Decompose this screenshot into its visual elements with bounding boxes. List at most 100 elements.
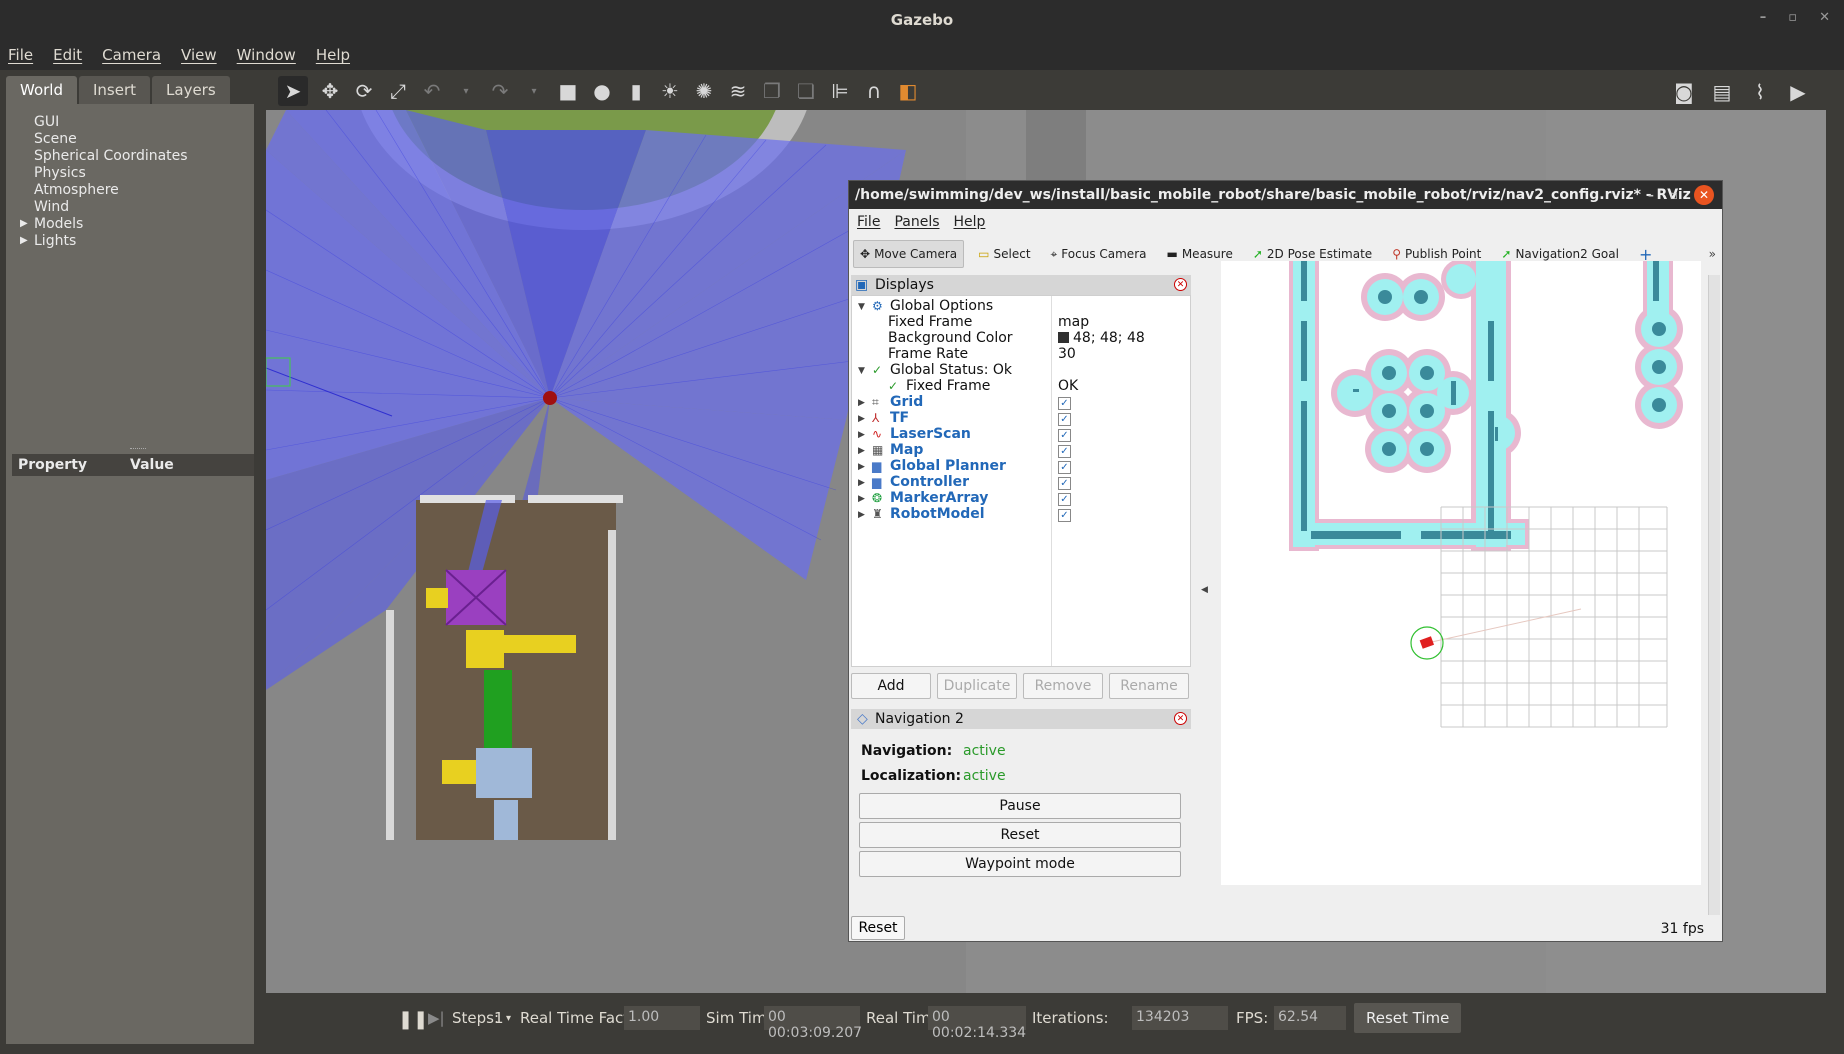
- tf-checkbox[interactable]: ✓: [1058, 413, 1071, 426]
- displays-close-icon[interactable]: ✕: [1174, 278, 1187, 291]
- reset-time-button[interactable]: Reset Time: [1354, 1003, 1462, 1033]
- world-item-atmosphere[interactable]: Atmosphere: [34, 182, 119, 198]
- translate-icon[interactable]: ✥: [318, 79, 342, 103]
- align-icon[interactable]: ⊫: [828, 79, 852, 103]
- menu-help[interactable]: Help: [316, 46, 350, 64]
- point-light-icon[interactable]: ☀: [658, 79, 682, 103]
- undo-icon[interactable]: ↶: [420, 79, 444, 103]
- copy-icon[interactable]: ❐: [760, 79, 784, 103]
- pause-button[interactable]: Pause: [859, 793, 1181, 819]
- expand-lights-icon[interactable]: ▶: [20, 235, 28, 246]
- tree-row-robotmodel[interactable]: ▶ ♜ RobotModel ✓: [852, 506, 1190, 525]
- rviz-menu-panels[interactable]: Panels: [894, 214, 939, 230]
- world-item-lights[interactable]: Lights: [34, 233, 76, 249]
- rviz-menu-file[interactable]: File: [857, 214, 880, 230]
- directional-light-icon[interactable]: ≋: [726, 79, 750, 103]
- expand-icon[interactable]: ▶: [858, 430, 865, 440]
- collapse-icon[interactable]: ▼: [858, 302, 865, 312]
- select-arrow-icon[interactable]: ➤: [278, 76, 308, 106]
- laserscan-checkbox[interactable]: ✓: [1058, 429, 1071, 442]
- log-icon[interactable]: ▤: [1710, 80, 1734, 104]
- menu-window[interactable]: Window: [237, 46, 296, 64]
- expand-icon[interactable]: ▶: [858, 462, 865, 472]
- focus-camera-tool[interactable]: ⌖ Focus Camera: [1045, 240, 1153, 268]
- steps-value[interactable]: 1: [494, 1009, 504, 1027]
- move-camera-tool[interactable]: ✥ Move Camera: [853, 240, 965, 268]
- minimize-icon[interactable]: –: [1760, 10, 1767, 25]
- bg-color-value-wrap[interactable]: 48; 48; 48: [1058, 330, 1145, 346]
- expand-models-icon[interactable]: ▶: [20, 218, 28, 229]
- menu-file[interactable]: File: [8, 46, 33, 64]
- rotate-icon[interactable]: ⟳: [352, 79, 376, 103]
- expand-icon[interactable]: ▶: [858, 510, 865, 520]
- step-icon[interactable]: ▶|: [428, 1009, 445, 1027]
- rviz-reset-button[interactable]: Reset: [851, 916, 905, 940]
- world-item-wind[interactable]: Wind: [34, 199, 69, 215]
- map-checkbox[interactable]: ✓: [1058, 445, 1071, 458]
- toolbar-overflow-icon[interactable]: »: [1709, 247, 1716, 261]
- markerarray-checkbox[interactable]: ✓: [1058, 493, 1071, 506]
- waypoint-mode-button[interactable]: Waypoint mode: [859, 851, 1181, 877]
- rviz-close-icon[interactable]: ✕: [1694, 185, 1714, 205]
- paste-icon[interactable]: ❏: [794, 79, 818, 103]
- map-scrollbar[interactable]: [1708, 275, 1720, 915]
- frame-rate-value[interactable]: 30: [1058, 346, 1076, 362]
- rviz-menu-help[interactable]: Help: [954, 214, 986, 230]
- sphere-icon[interactable]: ●: [590, 79, 614, 103]
- rviz-minimize-icon[interactable]: –: [1648, 188, 1654, 202]
- cylinder-icon[interactable]: ▮: [624, 79, 648, 103]
- menu-camera[interactable]: Camera: [102, 46, 161, 64]
- menu-edit[interactable]: Edit: [53, 46, 82, 64]
- redo-dropdown-icon[interactable]: ▾: [522, 79, 546, 103]
- plot-icon[interactable]: ⌇: [1748, 80, 1772, 104]
- expand-icon[interactable]: ▶: [858, 414, 865, 424]
- nav2-title: Navigation 2: [875, 711, 964, 727]
- expand-icon[interactable]: ▶: [858, 494, 865, 504]
- grid-checkbox[interactable]: ✓: [1058, 397, 1071, 410]
- display-global-planner-label: Global Planner: [890, 458, 1006, 474]
- global-planner-checkbox[interactable]: ✓: [1058, 461, 1071, 474]
- select-tool[interactable]: ▭ Select: [972, 240, 1036, 268]
- rviz-maximize-icon[interactable]: ▫: [1670, 188, 1678, 202]
- duplicate-button[interactable]: Duplicate: [937, 673, 1017, 699]
- world-item-spherical[interactable]: Spherical Coordinates: [34, 148, 188, 164]
- world-item-scene[interactable]: Scene: [34, 131, 77, 147]
- remove-button[interactable]: Remove: [1023, 673, 1103, 699]
- redo-icon[interactable]: ↷: [488, 79, 512, 103]
- change-view-icon[interactable]: ◧: [896, 79, 920, 103]
- navigation-label: Navigation:: [861, 743, 953, 759]
- world-item-models[interactable]: Models: [34, 216, 83, 232]
- video-icon[interactable]: ▶: [1786, 80, 1810, 104]
- expand-icon[interactable]: ▶: [858, 398, 865, 408]
- expand-icon[interactable]: ▶: [858, 446, 865, 456]
- close-icon[interactable]: ✕: [1819, 10, 1830, 25]
- rviz-3d-view[interactable]: [1221, 261, 1701, 885]
- nav2-close-icon[interactable]: ✕: [1174, 712, 1187, 725]
- tab-insert[interactable]: Insert: [79, 76, 151, 104]
- screenshot-icon[interactable]: ◙: [1672, 80, 1696, 104]
- pause-icon[interactable]: ❚❚: [398, 1009, 428, 1030]
- menu-view[interactable]: View: [181, 46, 217, 64]
- undo-dropdown-icon[interactable]: ▾: [454, 79, 478, 103]
- tab-layers[interactable]: Layers: [152, 76, 230, 104]
- value-column: Value: [130, 457, 174, 473]
- spot-light-icon[interactable]: ✺: [692, 79, 716, 103]
- collapse-icon[interactable]: ▼: [858, 366, 865, 376]
- collapse-left-icon[interactable]: ◀: [1201, 585, 1208, 595]
- splitter-grip[interactable]: [130, 448, 146, 451]
- scale-icon[interactable]: ⤢: [386, 79, 410, 103]
- expand-icon[interactable]: ▶: [858, 478, 865, 488]
- tab-world[interactable]: World: [6, 76, 77, 104]
- steps-dropdown-icon[interactable]: ▾: [506, 1013, 511, 1024]
- snap-icon[interactable]: ∩: [862, 79, 886, 103]
- robotmodel-checkbox[interactable]: ✓: [1058, 509, 1071, 522]
- world-item-physics[interactable]: Physics: [34, 165, 86, 181]
- nav-reset-button[interactable]: Reset: [859, 822, 1181, 848]
- add-button[interactable]: Add: [851, 673, 931, 699]
- rename-button[interactable]: Rename: [1109, 673, 1189, 699]
- maximize-icon[interactable]: ▫: [1788, 10, 1797, 25]
- world-item-gui[interactable]: GUI: [34, 114, 59, 130]
- fixed-frame-value[interactable]: map: [1058, 314, 1089, 330]
- box-icon[interactable]: ■: [556, 79, 580, 103]
- controller-checkbox[interactable]: ✓: [1058, 477, 1071, 490]
